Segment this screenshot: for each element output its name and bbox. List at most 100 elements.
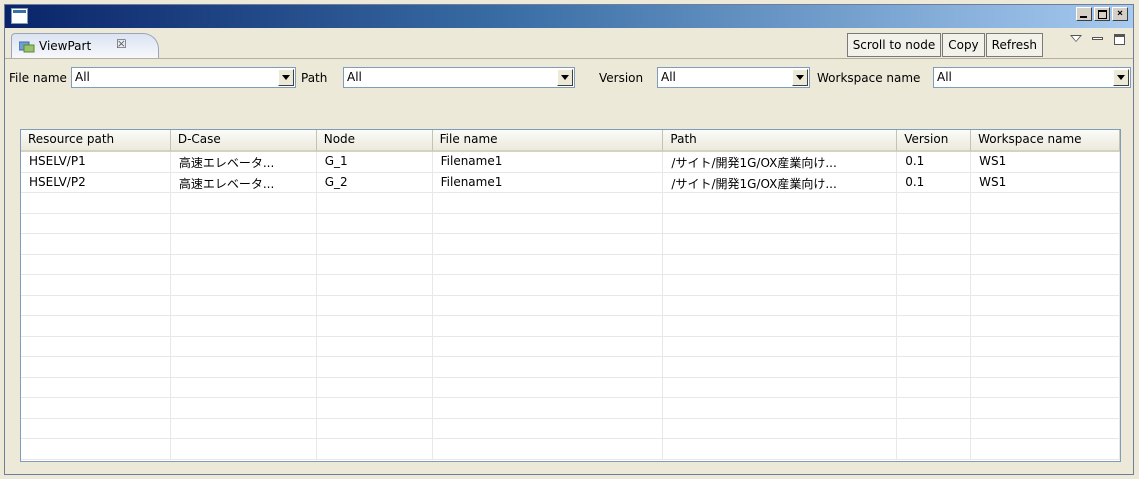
table-cell: [433, 295, 664, 315]
column-header[interactable]: Node: [316, 130, 433, 152]
table-cell: [971, 357, 1120, 377]
table-row[interactable]: HSELV/P1 高速エレベータ... G_1 Filename1/サイト/開発1G/…: [21, 152, 1120, 173]
table-cell: [897, 336, 972, 356]
table-row[interactable]: [21, 377, 1120, 398]
table-cell: [171, 275, 317, 295]
copy-button[interactable]: Copy: [942, 33, 985, 57]
chevron-down-icon[interactable]: [278, 69, 294, 86]
table-cell: [433, 418, 664, 438]
maximize-icon[interactable]: [1113, 33, 1127, 47]
table-row[interactable]: [21, 357, 1120, 378]
version-value: All: [661, 70, 676, 84]
window-minimize-button[interactable]: [1076, 7, 1092, 21]
view-tab-strip: ViewPart ☒ Scroll to node Copy Refresh: [5, 28, 1133, 59]
table-cell: [317, 254, 433, 274]
chevron-down-icon[interactable]: [1113, 69, 1129, 86]
chevron-down-icon[interactable]: [557, 69, 573, 86]
table-cell: [21, 254, 171, 274]
table-cell: [971, 254, 1120, 274]
table-row[interactable]: HSELV/P2 高速エレベータ... G_2 Filename1/サイト/開発1G/…: [21, 172, 1120, 193]
table-cell: [663, 418, 898, 438]
table-cell: 高速エレベータ...: [171, 152, 317, 172]
table-cell: HSELV/P2: [21, 172, 171, 192]
view-toolbar: Scroll to node Copy Refresh: [846, 33, 1043, 57]
table-cell: [171, 439, 317, 459]
table-row[interactable]: [21, 398, 1120, 419]
window-maximize-button[interactable]: [1094, 7, 1110, 21]
table-row[interactable]: [21, 336, 1120, 357]
window-icon[interactable]: [11, 8, 28, 24]
table-cell: [433, 254, 664, 274]
table-cell: [663, 377, 898, 397]
table-cell: [171, 357, 317, 377]
minimize-icon[interactable]: [1091, 33, 1105, 47]
table-cell: [21, 439, 171, 459]
table-cell: [171, 193, 317, 213]
table-cell: [171, 213, 317, 233]
column-header[interactable]: Resource path: [21, 130, 171, 152]
table-cell: [21, 295, 171, 315]
table-row[interactable]: [21, 254, 1120, 275]
table-cell: [317, 439, 433, 459]
table-row[interactable]: [21, 234, 1120, 255]
table-cell: [21, 275, 171, 295]
title-bar[interactable]: ×: [5, 5, 1133, 28]
scroll-to-node-button[interactable]: Scroll to node: [846, 33, 942, 57]
file-name-combo[interactable]: All: [71, 67, 296, 88]
column-header[interactable]: Workspace name: [971, 130, 1120, 152]
table-cell: [971, 439, 1120, 459]
column-header[interactable]: Version: [897, 130, 972, 152]
table-cell: [971, 234, 1120, 254]
table-cell: [663, 336, 898, 356]
table-cell: Filename1: [433, 172, 664, 192]
version-combo[interactable]: All: [657, 67, 810, 88]
tab-close-icon[interactable]: ☒: [116, 37, 127, 51]
column-header[interactable]: D-Case: [170, 130, 317, 152]
table-cell: [897, 234, 972, 254]
table-row[interactable]: [21, 439, 1120, 460]
table-cell: [971, 275, 1120, 295]
table-cell: [433, 316, 664, 336]
resource-table[interactable]: Resource path D-Case Node File name Path Vers…: [20, 129, 1121, 462]
window-close-button[interactable]: ×: [1112, 7, 1128, 21]
table-cell: [663, 439, 898, 459]
table-cell: [433, 377, 664, 397]
table-cell: [663, 275, 898, 295]
view-menu-icon[interactable]: [1069, 33, 1083, 47]
table-cell: [663, 357, 898, 377]
table-cell: [433, 193, 664, 213]
table-cell: [317, 377, 433, 397]
table-row[interactable]: [21, 213, 1120, 234]
table-row[interactable]: [21, 316, 1120, 337]
table-row[interactable]: [21, 418, 1120, 439]
table-cell: [971, 336, 1120, 356]
table-cell: WS1: [971, 152, 1120, 172]
table-cell: [433, 398, 664, 418]
table-cell: [433, 213, 664, 233]
table-cell: [897, 213, 972, 233]
table-cell: 0.1: [897, 172, 972, 192]
table-row[interactable]: [21, 275, 1120, 296]
table-row[interactable]: [21, 193, 1120, 214]
table-cell: [663, 316, 898, 336]
table-cell: [171, 295, 317, 315]
column-header[interactable]: File name: [432, 130, 664, 152]
path-combo[interactable]: All: [343, 67, 575, 88]
table-row[interactable]: [21, 295, 1120, 316]
workspace-name-combo[interactable]: All: [933, 67, 1131, 88]
path-value: All: [347, 70, 362, 84]
refresh-button[interactable]: Refresh: [985, 33, 1043, 57]
table-cell: [21, 316, 171, 336]
viewpart-icon: [19, 41, 35, 53]
table-cell: [317, 418, 433, 438]
table-cell: G_2: [317, 172, 433, 192]
table-cell: [317, 398, 433, 418]
column-header[interactable]: Path: [663, 130, 898, 152]
table-cell: [971, 295, 1120, 315]
tab-viewpart[interactable]: ViewPart ☒: [11, 33, 159, 58]
table-cell: G_1: [317, 152, 433, 172]
version-label: Version: [599, 71, 644, 85]
table-cell: [663, 295, 898, 315]
table-cell: Filename1: [433, 152, 664, 172]
chevron-down-icon[interactable]: [792, 69, 808, 86]
